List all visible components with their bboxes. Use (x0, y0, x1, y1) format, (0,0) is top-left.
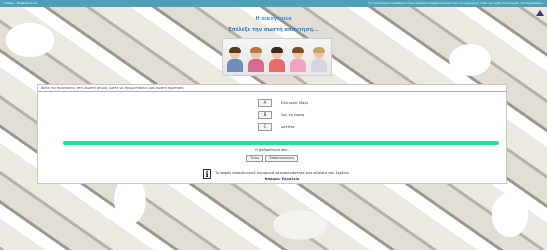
retry-button[interactable]: Επανεκκίνηση (265, 155, 298, 162)
photo-person (310, 47, 328, 72)
grade-label: Η βαθμολογία σου: (255, 148, 289, 152)
option-b-button[interactable]: B (258, 111, 272, 119)
photo-person (268, 47, 286, 72)
page-subtitle: Επέλεξε την σωστή απάντηση... (228, 27, 319, 33)
photo-person (247, 47, 265, 72)
option-c-button[interactable]: C (258, 123, 272, 131)
progress-bar (63, 141, 499, 145)
photo-person (289, 47, 307, 72)
footer-credit: Φορμών Εργαλεία (264, 177, 300, 181)
page-title: Η οικογένεια (255, 16, 292, 22)
check-button[interactable]: Τελικ (246, 155, 264, 162)
option-a-label: Ελληνικό, Μαρί (281, 101, 308, 105)
top-bar: ταλέρ... Εκπαιδευτικά Το ανοιγόμενο παρά… (0, 0, 547, 7)
photo-person (226, 47, 244, 72)
top-bar-left-text: ταλέρ... Εκπαιδευτικά (4, 1, 38, 5)
option-b-label: Σας το λασία (281, 113, 305, 117)
footer-text: Το παρόν εκπαιδευτικό λογισμικό κατασκευ… (215, 171, 349, 175)
question-text: Βάλε τις προτάσεις στη σωστή σειρά, ώστε… (38, 85, 506, 92)
quiz-panel: Βάλε τις προτάσεις στη σωστή σειρά, ώστε… (37, 84, 507, 184)
family-photo (222, 38, 332, 76)
option-c-label: ματάτα (281, 125, 295, 129)
action-buttons: Τελικ Επανεκκίνηση (38, 155, 506, 162)
option-a-button[interactable]: A (258, 99, 272, 107)
top-bar-right-text: Το ανοιγόμενο παράθυρο είναι σύμφωνο Συμ… (368, 1, 543, 5)
